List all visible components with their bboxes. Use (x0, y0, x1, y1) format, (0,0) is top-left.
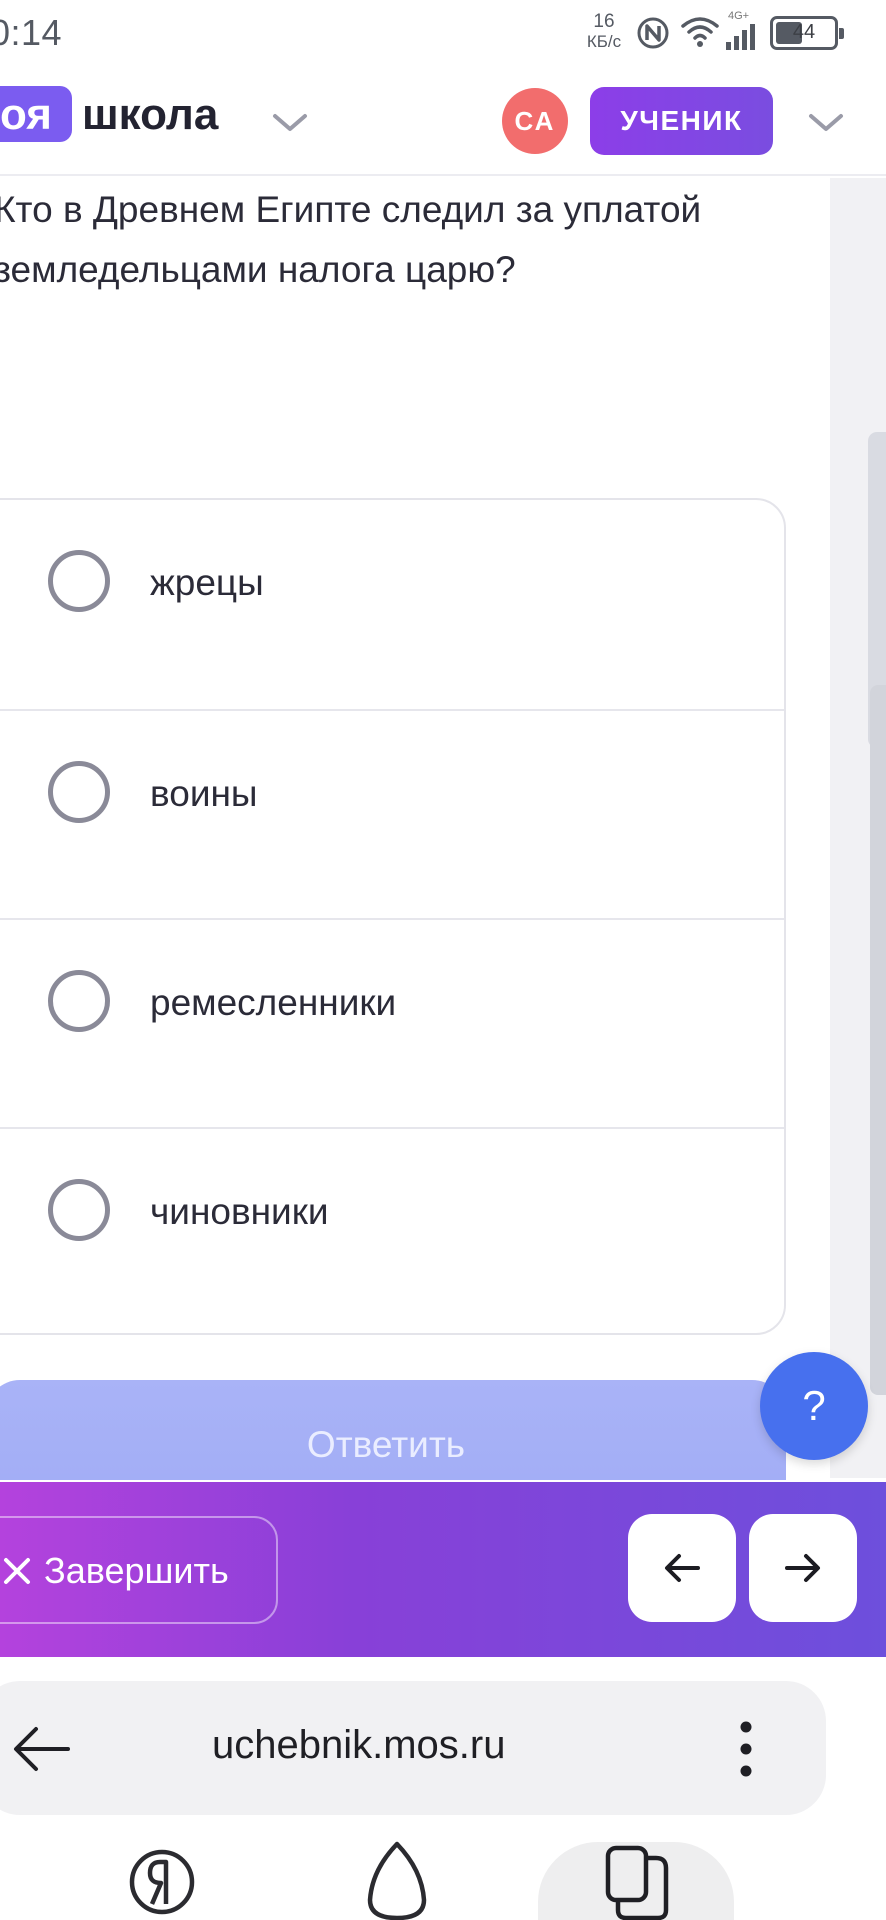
chevron-down-icon[interactable] (270, 108, 310, 136)
role-badge[interactable]: УЧЕНИК (590, 87, 773, 155)
finish-button-label: Завершить (44, 1550, 229, 1591)
alice-icon[interactable] (362, 1840, 432, 1920)
previous-question-button[interactable] (628, 1514, 736, 1622)
signal-icon: 4G+ (724, 10, 758, 52)
url-field[interactable]: uchebnik.mos.ru (0, 1681, 826, 1815)
more-vertical-icon[interactable] (736, 1717, 756, 1781)
chevron-down-icon[interactable] (806, 108, 846, 136)
status-bar: 0:14 16 КБ/с 4G+ 44 (0, 0, 886, 68)
status-time: 0:14 (0, 12, 63, 53)
tabs-icon[interactable] (604, 1844, 672, 1920)
nfc-icon (637, 17, 669, 49)
battery-icon: 44 (770, 16, 844, 50)
finish-button[interactable]: Завершить (0, 1516, 278, 1624)
next-question-button[interactable] (749, 1514, 857, 1622)
answer-option-label: жрецы (150, 562, 264, 603)
answer-option-label: чиновники (150, 1191, 329, 1232)
answer-button[interactable]: Ответить (0, 1380, 786, 1480)
yandex-icon[interactable] (128, 1842, 196, 1920)
close-icon (4, 1558, 30, 1584)
browser-bottom-nav (0, 1818, 886, 1920)
answer-option[interactable]: воины (0, 709, 784, 918)
wifi-icon (681, 17, 719, 47)
battery-level: 44 (792, 21, 816, 43)
logo-text-right: школа (82, 90, 219, 139)
logo-text-left: оя (0, 90, 52, 139)
answer-option[interactable]: ремесленники (0, 918, 784, 1127)
answer-options: жрецы воины ремесленники чиновники (0, 498, 786, 1335)
answer-option[interactable]: жрецы (0, 500, 784, 709)
network-speed-unit: КБ/с (586, 32, 622, 51)
answer-option[interactable]: чиновники (0, 1127, 784, 1333)
radio-button[interactable] (48, 1179, 110, 1241)
answer-option-label: ремесленники (150, 982, 397, 1023)
arrow-right-icon (785, 1554, 820, 1582)
app-screen: 0:14 16 КБ/с 4G+ 44 оя школа СА УЧЕНИК К… (0, 0, 886, 1920)
network-speed-value: 16 (593, 11, 615, 32)
back-arrow-icon[interactable] (6, 1721, 76, 1777)
scrollbar-thumb[interactable] (870, 685, 886, 1395)
url-text: uchebnik.mos.ru (212, 1723, 506, 1767)
arrow-left-icon (665, 1554, 700, 1582)
help-button[interactable]: ? (760, 1352, 868, 1460)
app-header: оя школа СА УЧЕНИК (0, 68, 886, 176)
test-action-bar: Завершить (0, 1482, 886, 1657)
question-text: Кто в Древнем Египте следил за уплатой з… (0, 189, 702, 290)
radio-button[interactable] (48, 970, 110, 1032)
browser-address-bar: uchebnik.mos.ru (0, 1657, 886, 1817)
radio-button[interactable] (48, 761, 110, 823)
answer-option-label: воины (150, 773, 258, 814)
radio-button[interactable] (48, 550, 110, 612)
network-speed: 16 КБ/с (578, 12, 630, 52)
avatar[interactable]: СА (502, 88, 568, 154)
